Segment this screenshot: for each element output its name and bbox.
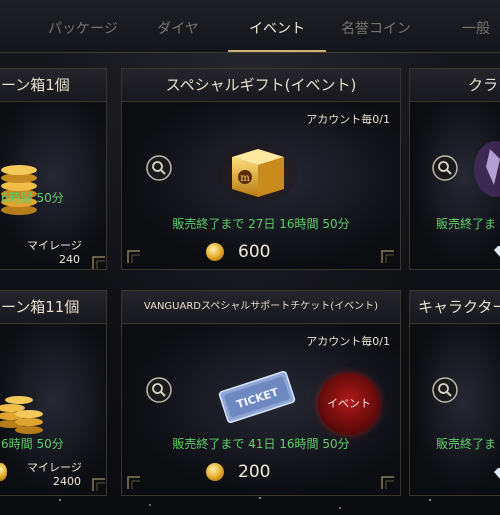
corner-frame-icon: [92, 256, 105, 269]
mileage-value: 2400: [53, 475, 81, 488]
purchase-limit: アカウント毎0/1: [306, 335, 390, 348]
card-header: ーン箱1個: [0, 69, 106, 102]
shop-item-card-left-bottom[interactable]: ーン箱11個 6時間 50分 マイレージ 2400: [0, 290, 107, 496]
tab-event[interactable]: イベント: [228, 0, 326, 52]
crystal-icon: [474, 141, 500, 197]
sale-end-timer: 販売終了まで 41日 16時間 50分: [172, 437, 350, 451]
diamond-icon: [494, 468, 500, 479]
sale-end-timer: 6時間 50分: [1, 191, 64, 205]
shop-item-card-special-gift[interactable]: スペシャルギフト(イベント) アカウント毎0/1 m 販売終了まで 27日 16…: [121, 68, 401, 270]
sale-end-timer: 6時間 50分: [1, 437, 64, 451]
shop-item-card-vanguard-ticket[interactable]: VANGUARDスペシャルサポートチケット(イベント) アカウント毎0/1 TI…: [121, 290, 401, 496]
tab-general[interactable]: 一般: [452, 0, 500, 52]
magnifier-icon[interactable]: [146, 155, 172, 181]
mileage-label: マイレージ: [27, 461, 82, 474]
mileage-value: 240: [59, 253, 80, 266]
sale-end-timer: 販売終了ま: [436, 437, 497, 451]
purchase-limit: アカウント毎0/1: [306, 113, 390, 126]
sale-end-timer: 販売終了ま: [436, 217, 497, 231]
diamond-icon: [494, 246, 500, 257]
event-badge: イベント: [318, 373, 380, 435]
card-header: スペシャルギフト(イベント): [122, 69, 400, 102]
corner-frame-icon: [127, 476, 140, 489]
category-tab-bar: パッケージ ダイヤ イベント 名誉コイン 一般: [0, 0, 500, 53]
tab-honor-coin[interactable]: 名誉コイン: [334, 0, 418, 52]
corner-frame-icon: [381, 250, 394, 263]
magnifier-icon[interactable]: [432, 377, 458, 403]
tab-diamond[interactable]: ダイヤ: [148, 0, 208, 52]
gold-coin-icon: [206, 243, 224, 261]
corner-frame-icon: [127, 250, 140, 263]
gift-box-icon: m: [218, 143, 298, 203]
tab-package[interactable]: パッケージ: [40, 0, 126, 52]
card-header: キャラクター: [410, 291, 500, 324]
corner-frame-icon: [381, 476, 394, 489]
card-header: ーン箱11個: [0, 291, 106, 324]
magnifier-icon[interactable]: [146, 377, 172, 403]
item-title: ーン箱1個: [1, 76, 70, 94]
card-body: [410, 324, 500, 495]
item-title: ーン箱11個: [1, 298, 80, 316]
mileage-label: マイレージ: [27, 239, 82, 252]
ticket-icon: TICKET: [218, 370, 296, 424]
item-price: 600: [238, 242, 271, 262]
item-title: VANGUARDスペシャルサポートチケット(イベント): [143, 301, 379, 312]
card-header: VANGUARDスペシャルサポートチケット(イベント): [122, 291, 400, 324]
shop-item-card-left-top[interactable]: ーン箱1個 6時間 50分 マイレージ 240: [0, 68, 107, 270]
item-title: クラ: [468, 76, 499, 94]
gold-coin-icon: [206, 463, 224, 481]
item-title: スペシャルギフト(イベント): [165, 76, 357, 94]
card-header: クラ: [410, 69, 500, 102]
sale-end-timer: 販売終了まで 27日 16時間 50分: [172, 217, 350, 231]
coin-stacks-icon: [0, 396, 43, 434]
corner-frame-icon: [92, 478, 105, 491]
shop-item-card-right-bottom[interactable]: キャラクター 販売終了ま: [409, 290, 500, 496]
coin-stack-icon: [1, 165, 37, 215]
shop-item-card-right-top[interactable]: クラ 販売終了ま: [409, 68, 500, 270]
item-price: 200: [238, 462, 271, 482]
item-title: キャラクター: [418, 298, 500, 316]
svg-text:m: m: [240, 173, 250, 184]
magnifier-icon[interactable]: [432, 155, 458, 181]
